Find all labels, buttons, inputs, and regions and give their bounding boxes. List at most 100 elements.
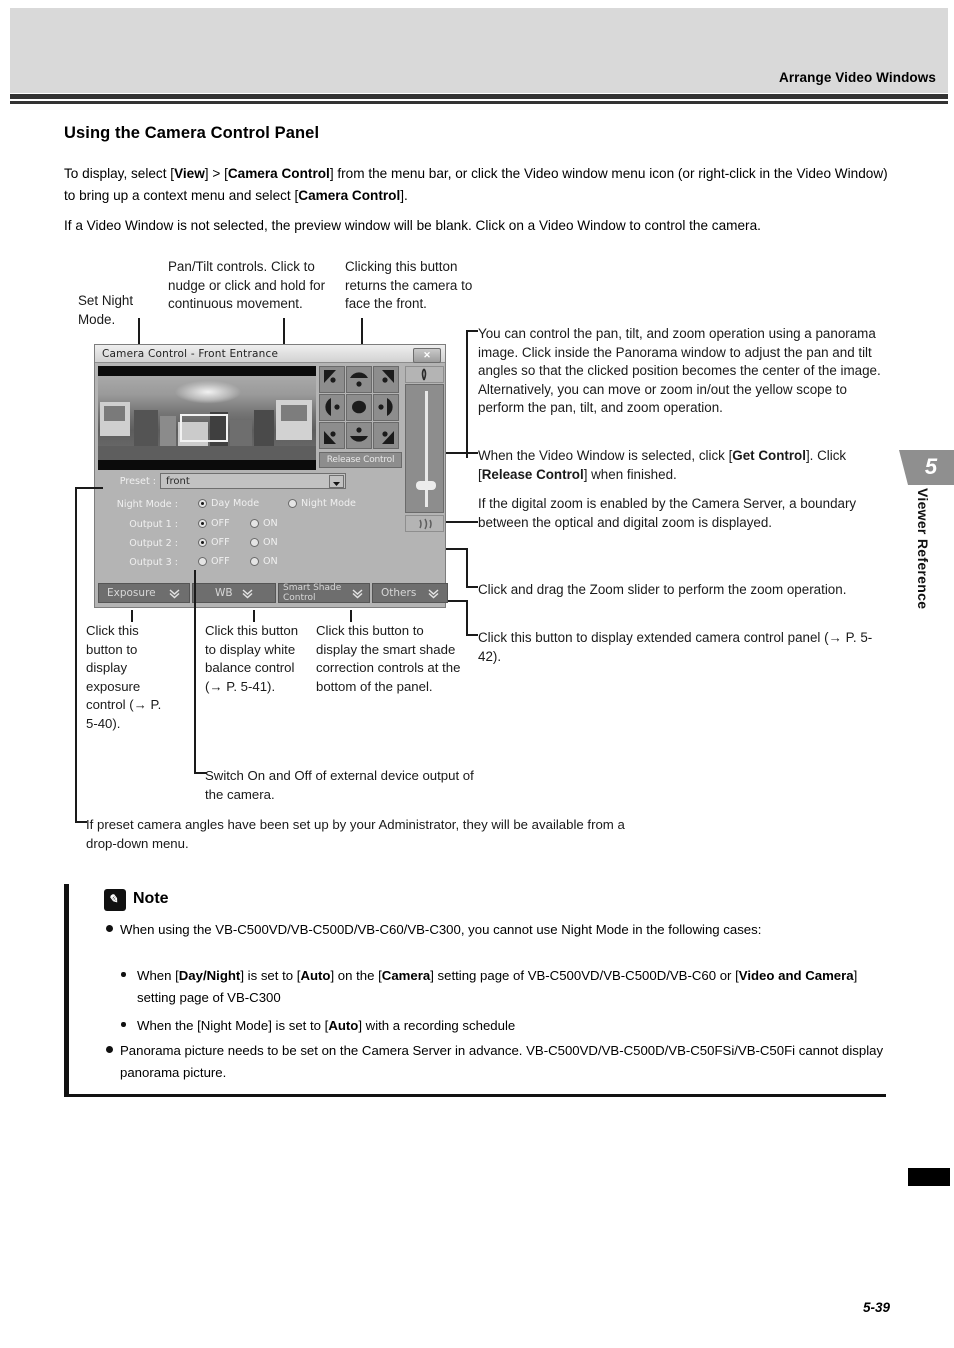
sub1-daynight: Day/Night xyxy=(178,968,241,983)
getctl-keyword-release: Release Control xyxy=(481,466,584,482)
annotation-panorama: You can control the pan, tilt, and zoom … xyxy=(478,326,881,415)
output1-off-label: OFF xyxy=(211,518,230,529)
sub1-g: ] setting page of VB-C500VD/VB-C500D/VB-… xyxy=(430,968,739,983)
running-head: Arrange Video Windows xyxy=(778,70,936,85)
output3-off-radio[interactable] xyxy=(198,557,207,566)
panorama-image xyxy=(98,376,316,460)
output2-label: Output 2 : xyxy=(129,538,178,549)
leader-bracket-zoom-slider-vertical xyxy=(466,548,468,586)
panorama-scope[interactable] xyxy=(180,414,228,442)
leader-line-digital-zoom xyxy=(466,521,478,523)
white-balance-button[interactable]: WB xyxy=(192,583,276,603)
smart-shade-control-button[interactable]: Smart Shade Control xyxy=(278,583,370,603)
bullet-icon xyxy=(121,1022,126,1027)
pan-tilt-home-button[interactable] xyxy=(346,394,372,421)
chapter-tab-number: 5 xyxy=(899,450,954,485)
pan-tilt-down-button[interactable] xyxy=(346,422,372,449)
annotation-smart-shade: Click this button to display the smart s… xyxy=(316,623,461,694)
output2-on-radio[interactable] xyxy=(250,538,259,547)
zoom-control-column[interactable] xyxy=(405,366,444,534)
bullet-icon xyxy=(106,1046,113,1053)
output1-off-radio[interactable] xyxy=(198,519,207,528)
dialog-button-bar: Exposure WB Smart Shade Control Others xyxy=(98,583,448,603)
zoom-slider-track[interactable] xyxy=(405,384,444,513)
zoom-icon-button[interactable] xyxy=(405,366,444,383)
close-icon[interactable]: ✕ xyxy=(413,347,441,363)
pan-tilt-down-left-button[interactable] xyxy=(319,422,345,449)
bullet-icon xyxy=(121,972,126,977)
leader-line-exposure xyxy=(131,610,133,622)
annotation-return-front: Clicking this button returns the camera … xyxy=(345,259,473,311)
camera-control-dialog[interactable]: Camera Control - Front Entrance ✕ Releas… xyxy=(94,344,448,608)
pan-tilt-right-button[interactable] xyxy=(373,394,399,421)
others-button[interactable]: Others xyxy=(372,583,448,603)
pan-tilt-left-button[interactable] xyxy=(319,394,345,421)
p1-view-keyword: View xyxy=(174,166,205,181)
leader-line-smart-shade xyxy=(350,610,352,622)
pan-tilt-up-left-button[interactable] xyxy=(319,366,345,393)
preset-dropdown[interactable]: front xyxy=(160,473,346,489)
output2-off-radio[interactable] xyxy=(198,538,207,547)
pan-tilt-up-right-button[interactable] xyxy=(373,366,399,393)
getctl-keyword-get: Get Control xyxy=(732,448,806,463)
exposure-button-label: Exposure xyxy=(107,587,156,599)
chevron-down-icon xyxy=(242,588,253,602)
annotation-zoom-slider: Click and drag the Zoom slider to perfor… xyxy=(478,582,847,597)
intro-paragraph-1: To display, select [View] > [ Camera Cont… xyxy=(64,163,888,207)
camera-settings-form: Preset : front Night Mode : Day Mode Nig… xyxy=(98,473,402,579)
annotation-white-balance: Click this button to display white balan… xyxy=(205,623,299,694)
annotation-preset: If preset camera angles have been set up… xyxy=(86,817,625,851)
leader-line-preset-vertical xyxy=(75,487,77,821)
panorama-window[interactable] xyxy=(98,366,316,470)
output3-on-radio[interactable] xyxy=(250,557,259,566)
note-bottom-rule xyxy=(64,1094,886,1097)
others-button-label: Others xyxy=(381,587,417,599)
page-number: 5-39 xyxy=(862,1300,890,1315)
night-mode-option-label: Night Mode xyxy=(301,498,356,509)
annotation-pan-tilt: Pan/Tilt controls. Click to nudge or cli… xyxy=(168,259,326,311)
sub1-e: ] on the [ xyxy=(330,968,382,983)
chevron-down-icon xyxy=(352,588,363,602)
output1-on-radio[interactable] xyxy=(250,519,259,528)
day-mode-radio[interactable] xyxy=(198,499,207,508)
note-bullet-1: When using the VB-C500VD/VB-C500D/VB-C60… xyxy=(106,919,880,941)
day-mode-label: Day Mode xyxy=(211,498,260,509)
pan-tilt-pad[interactable] xyxy=(319,366,402,450)
zoom-slider-thumb[interactable] xyxy=(416,481,436,490)
exposure-button[interactable]: Exposure xyxy=(98,583,190,603)
p1-camera-control-keyword-2: Camera Control xyxy=(298,188,401,203)
annotation-get-control: When the Video Window is selected, click… xyxy=(478,447,884,484)
leader-bracket-panorama-vertical xyxy=(466,330,468,458)
bullet-icon xyxy=(106,925,113,932)
getctl-part-e: ] when finished. xyxy=(583,466,677,482)
smart-shade-label-line2: Control xyxy=(283,593,316,603)
pan-tilt-up-button[interactable] xyxy=(346,366,372,393)
sub1-c: ] is set to [ xyxy=(240,968,301,983)
chevron-down-icon[interactable] xyxy=(329,475,344,488)
leader-line-preset-top xyxy=(75,487,103,489)
leader-line-zoom-slider xyxy=(466,586,478,588)
note-bullet-2-text: Panorama picture needs to be set on the … xyxy=(120,1043,884,1080)
output2-on-label: ON xyxy=(263,537,278,548)
p1-part-a: To display, select [ xyxy=(64,166,175,181)
release-control-button[interactable]: Release Control xyxy=(319,452,402,468)
sub1-video-and-camera: Video and Camera xyxy=(738,968,854,983)
preset-label: Preset : xyxy=(119,476,156,487)
leader-line-preset-bottom xyxy=(75,821,87,823)
annotation-set-night-mode: Set Night Mode. xyxy=(78,293,134,327)
note-title: Note xyxy=(133,890,169,907)
night-mode-radio[interactable] xyxy=(288,499,297,508)
leader-line-get-control xyxy=(466,452,478,454)
smart-shade-label-line1: Smart Shade xyxy=(283,583,342,593)
note-icon-glyph: ✎ xyxy=(108,892,119,906)
annotation-switch-output: Switch On and Off of external device out… xyxy=(205,768,474,802)
pan-tilt-down-right-button[interactable] xyxy=(373,422,399,449)
leader-line-panorama xyxy=(466,330,478,332)
p1-part-b: ] > [ xyxy=(204,166,228,181)
sub1-camera: Camera xyxy=(381,968,431,983)
wb-button-label: WB xyxy=(215,587,233,599)
annotation-digital-zoom: If the digital zoom is enabled by the Ca… xyxy=(478,496,857,530)
output1-label: Output 1 : xyxy=(129,519,178,530)
sub2-c: ] with a recording schedule xyxy=(358,1018,516,1033)
footer-black-block xyxy=(908,1168,950,1186)
